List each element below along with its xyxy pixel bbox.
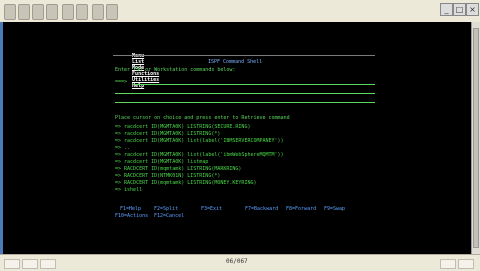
status-indicator	[4, 259, 20, 269]
function-key-f3[interactable]: F3=Exit	[201, 206, 222, 212]
function-key-f10[interactable]: F10=Actions	[115, 213, 148, 219]
minimize-icon[interactable]: _	[440, 3, 453, 16]
status-indicator	[40, 259, 56, 269]
status-indicator	[440, 259, 456, 269]
close-icon[interactable]: ×	[466, 3, 479, 16]
instruction-text: Enter TSO or Workstation commands below:	[115, 67, 236, 73]
command-input-continuation[interactable]	[115, 102, 375, 103]
terminal-screen[interactable]: Menu List Mode Functions Utilities Help …	[3, 22, 471, 254]
status-indicator	[458, 259, 474, 269]
command-history-item[interactable]: => racdcert ID(MGMTA0K) listmap	[115, 159, 208, 165]
panel-title: ISPF Command Shell	[208, 59, 263, 65]
function-key-f8[interactable]: F8=Forward	[286, 206, 316, 212]
toolbar-icon-button[interactable]	[4, 4, 16, 20]
command-history-item[interactable]: => RACDCERT ID(NTMK01N) LISTRING(*)	[115, 173, 220, 179]
vertical-scrollbar[interactable]	[471, 22, 480, 254]
toolbar-icon-button[interactable]	[106, 4, 118, 20]
maximize-icon[interactable]: □	[453, 3, 466, 16]
command-history-item[interactable]: => racdcert ID(MGMTA0K) LISTRING(SECURE.…	[115, 124, 250, 130]
command-prompt: ===>	[115, 79, 128, 85]
toolbar-icon-button[interactable]	[46, 4, 58, 20]
function-key-f2[interactable]: F2=Split	[154, 206, 178, 212]
toolbar-icon-button[interactable]	[18, 4, 30, 20]
command-input-continuation[interactable]	[115, 93, 375, 94]
toolbar-icon-button[interactable]	[76, 4, 88, 20]
command-history-item[interactable]: => racdcert ID(MGMTA0K) list(label('ibmW…	[115, 152, 284, 158]
scrollbar-thumb[interactable]	[473, 28, 479, 248]
toolbar-icon-button[interactable]	[92, 4, 104, 20]
cursor-position: 06/067	[226, 258, 248, 265]
function-key-f12[interactable]: F12=Cancel	[154, 213, 184, 219]
function-key-f7[interactable]: F7=Backward	[245, 206, 278, 212]
command-history-item[interactable]: => racdcert ID(MGMTA0K) LISTRING(*)	[115, 131, 220, 137]
command-history-item[interactable]: => ishell	[115, 187, 142, 193]
command-history-item[interactable]: => RACDCERT ID(mqmtamk) LISTRING(MONEY.K…	[115, 180, 256, 186]
command-input[interactable]	[133, 84, 375, 85]
function-key-f1[interactable]: F1=Help	[120, 206, 141, 212]
command-history-item[interactable]: => RACDCERT ID(mqmtamk) LISTRING(MARKRIN…	[115, 166, 241, 172]
window-toolbar: _ □ ×	[0, 0, 480, 23]
command-history-item[interactable]: => racdcert ID(MGMTA0K) list(label('IBMS…	[115, 138, 284, 144]
toolbar-icon-button[interactable]	[32, 4, 44, 20]
command-history-item[interactable]: => ..	[115, 145, 130, 151]
status-bar: 06/067	[0, 254, 480, 271]
menu-separator	[113, 55, 375, 56]
status-indicator	[22, 259, 38, 269]
function-key-f9[interactable]: F9=Swap	[324, 206, 345, 212]
list-instruction: Place cursor on choice and press enter t…	[115, 115, 290, 121]
toolbar-icon-button[interactable]	[62, 4, 74, 20]
